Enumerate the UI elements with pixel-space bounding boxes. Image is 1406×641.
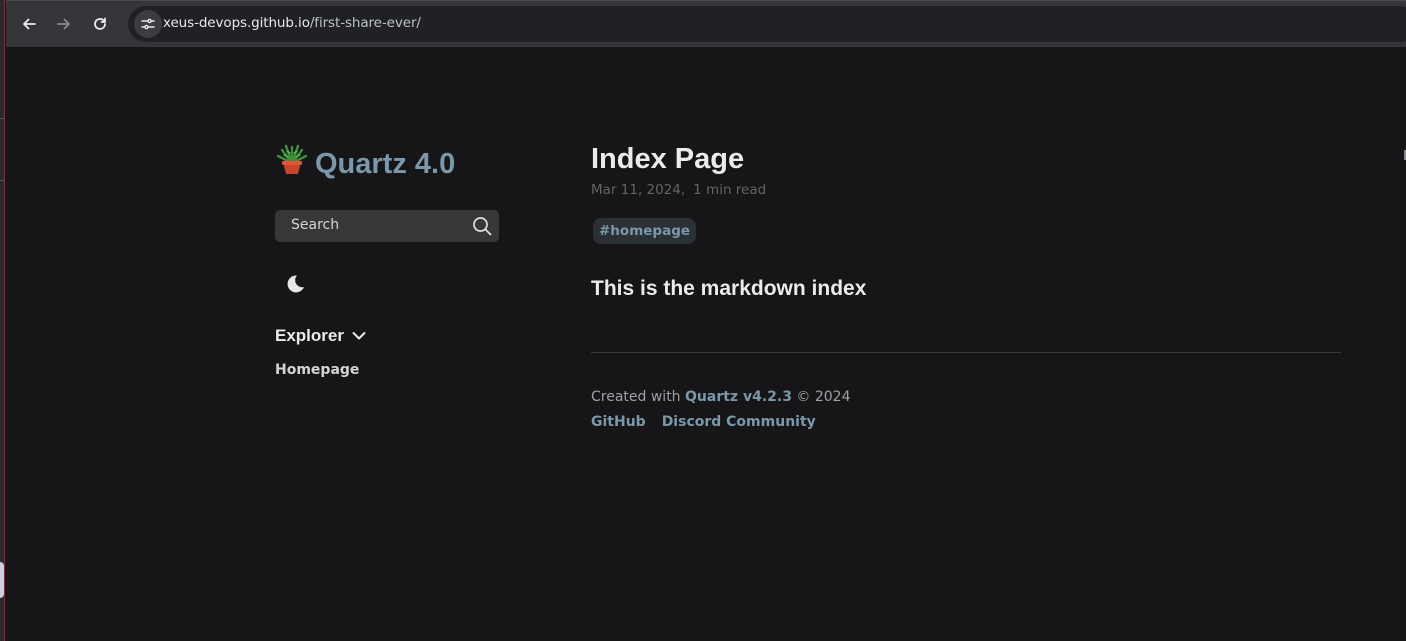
url-text: xeus-devops.github.io/first-share-ever/ [163,15,421,31]
back-button[interactable] [14,9,44,39]
chevron-down-icon [352,332,366,340]
github-link[interactable]: GitHub [591,414,646,430]
edge-tick [0,180,5,181]
explorer-item-homepage[interactable]: Homepage [275,362,359,378]
search-label: Search [291,217,340,233]
page-title: Index Page [591,143,745,175]
footer-divider [591,352,1341,353]
url-path: /first-share-ever/ [309,15,421,31]
forward-button[interactable] [49,9,79,39]
page-meta: Mar 11, 2024, 1 min read [591,182,766,198]
search-button[interactable]: Search [275,210,499,242]
search-icon [473,217,492,236]
site-info-button[interactable] [134,10,162,38]
footer-created-prefix: Created with [591,389,681,405]
arrow-right-icon [57,18,70,30]
page-date: Mar 11, 2024, [591,182,686,198]
explorer-label: Explorer [275,326,344,345]
window-edge [0,0,5,641]
url-host: xeus-devops.github.io [163,15,310,31]
footer-credit: Created with Quartz v4.2.3 © 2024 [591,389,850,405]
read-time: 1 min read [693,182,767,198]
site-title-text: Quartz 4.0 [315,147,456,180]
content-heading: This is the markdown index [591,277,867,300]
potted-plant-icon [275,143,309,185]
reload-button[interactable] [85,9,115,39]
tag-homepage[interactable]: #homepage [593,218,697,244]
quartz-link[interactable]: Quartz v4.2.3 [685,389,792,405]
edge-handle [0,562,4,598]
footer-links: GitHub Discord Community [591,414,832,430]
darkmode-toggle[interactable] [284,273,306,295]
arrow-left-icon [23,18,36,30]
site-title[interactable]: Quartz 4.0 [275,143,455,185]
moon-icon [287,275,304,293]
address-bar[interactable]: xeus-devops.github.io/first-share-ever/ [128,6,1406,42]
discord-link[interactable]: Discord Community [662,414,816,430]
browser-toolbar: xeus-devops.github.io/first-share-ever/ [6,0,1406,47]
tune-icon [141,18,155,30]
edge-tick [0,118,5,119]
explorer-toggle[interactable]: Explorer [275,326,366,346]
footer-copyright: © 2024 [796,389,851,405]
reload-icon [94,17,106,30]
